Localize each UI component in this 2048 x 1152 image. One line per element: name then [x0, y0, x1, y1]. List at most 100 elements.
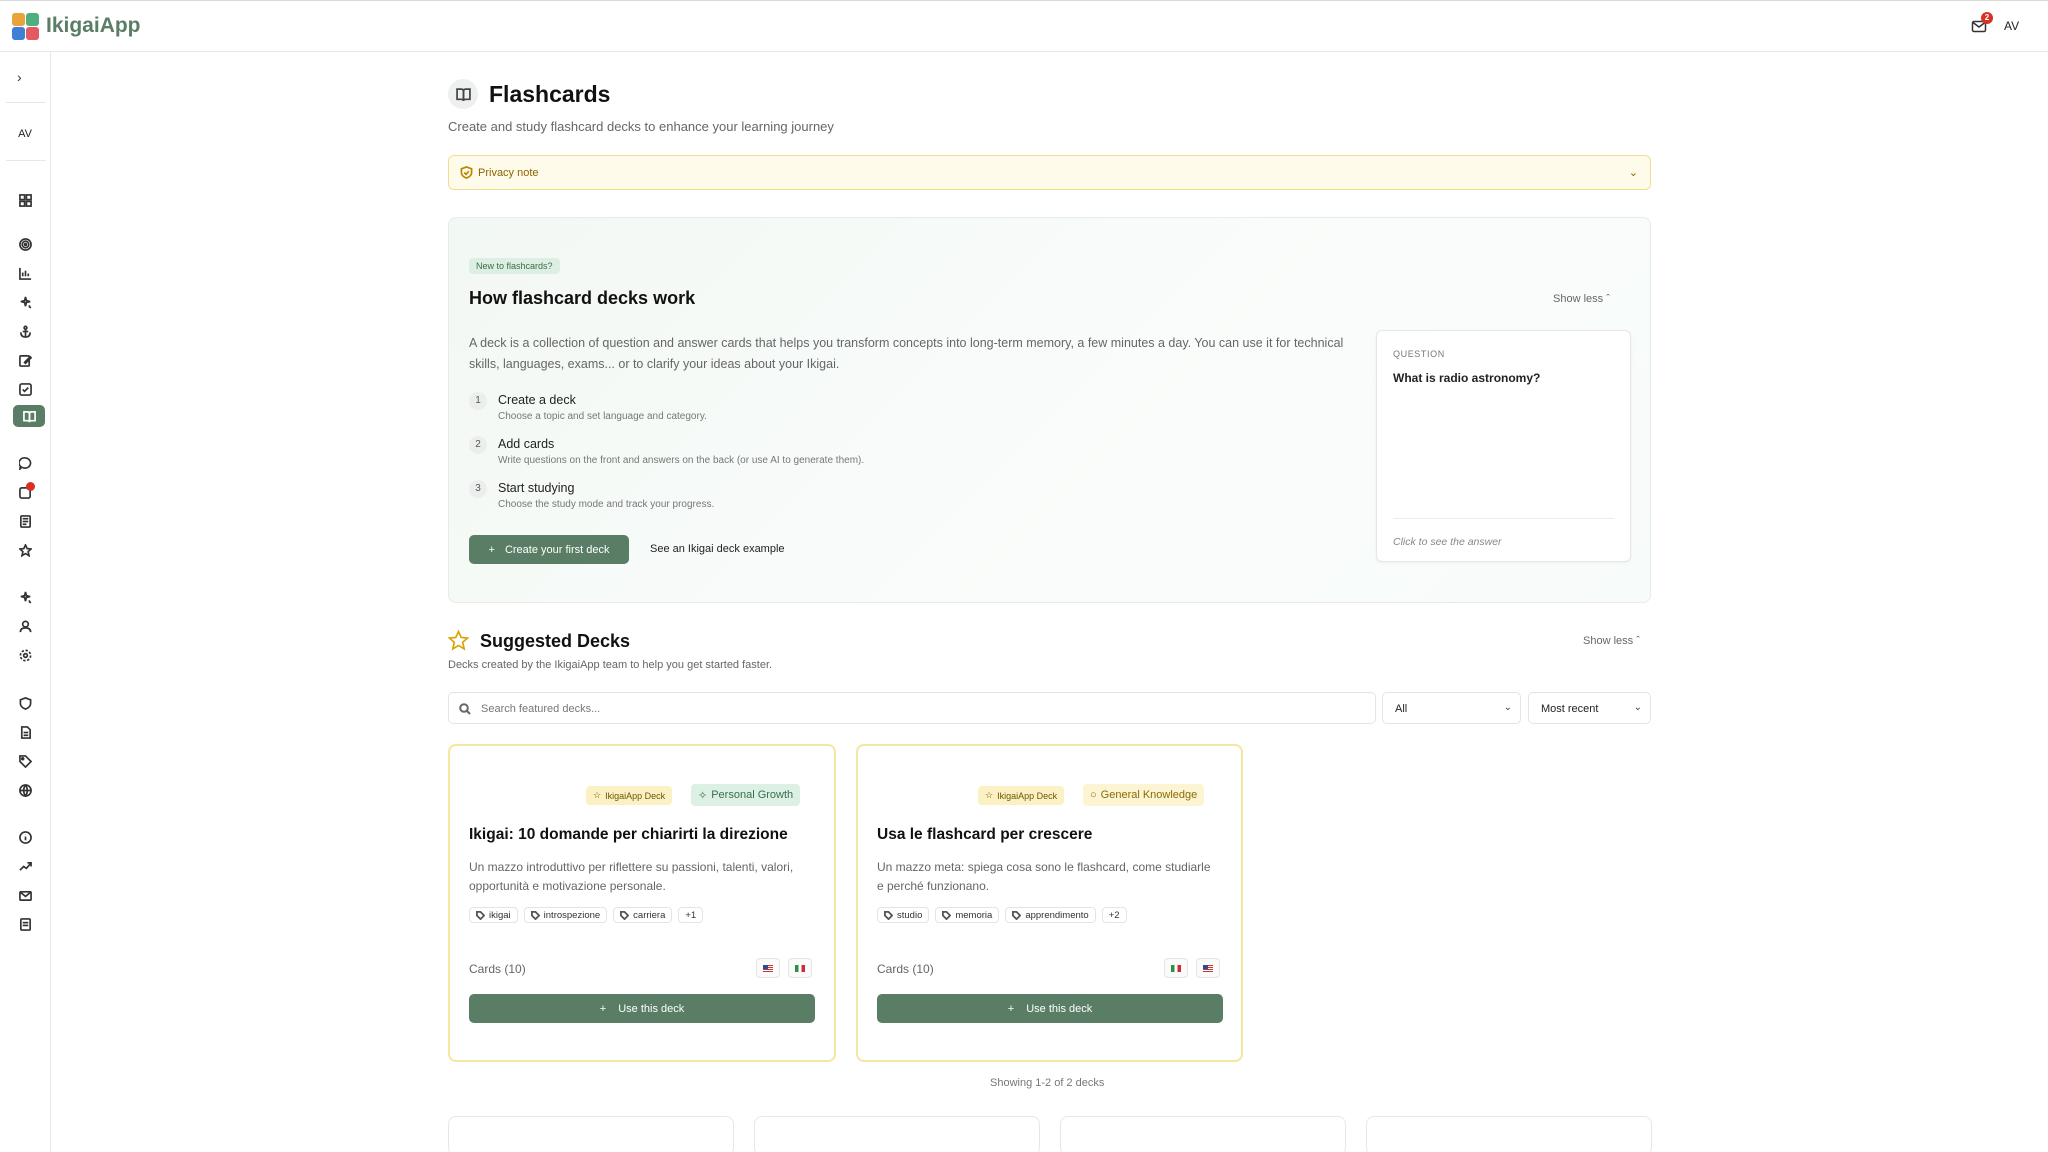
sparkles-icon: ✧: [698, 789, 708, 802]
chevron-down-icon: ⌄: [1633, 702, 1642, 713]
suggested-decks-title: Suggested Decks: [480, 631, 631, 651]
trending-icon[interactable]: [13, 855, 37, 877]
check-square-icon[interactable]: [13, 378, 37, 400]
settings-icon[interactable]: [13, 644, 37, 666]
show-less-button[interactable]: Show less ˆ: [1583, 635, 1640, 647]
deck-title: Ikigai: 10 domande per chiarirti la dire…: [469, 826, 788, 843]
badge-label: IkigaiApp Deck: [997, 790, 1058, 801]
tag-icon: [1012, 910, 1022, 920]
sparkles-icon[interactable]: [13, 291, 37, 313]
sidebar: › AV: [0, 52, 51, 1152]
page-subtitle: Create and study flashcard decks to enha…: [448, 119, 834, 134]
chevron-down-icon: ⌄: [1628, 167, 1638, 179]
star-icon[interactable]: [13, 539, 37, 561]
info-icon[interactable]: [13, 826, 37, 848]
step-description: Write questions on the front and answers…: [498, 455, 865, 466]
privacy-note-label: Privacy note: [478, 167, 539, 179]
reveal-answer-hint: Click to see the answer: [1393, 536, 1502, 548]
tag-label: studio: [897, 909, 923, 921]
tag-icon: [884, 910, 893, 920]
it-flag-icon: [1164, 958, 1188, 978]
dashboard-icon[interactable]: [13, 189, 37, 211]
sidebar-toggle-button[interactable]: ›: [17, 69, 22, 85]
new-badge: New to flashcards?: [469, 258, 560, 274]
privacy-note-toggle[interactable]: Privacy note ⌄: [448, 155, 1651, 190]
tag-label: carriera: [633, 909, 666, 921]
deck-description: Un mazzo introduttivo per riflettere su …: [469, 860, 794, 893]
show-less-label: Show less: [1553, 293, 1604, 305]
anchor-icon[interactable]: [13, 320, 37, 342]
step-title: Create a deck: [498, 393, 576, 407]
edit-icon[interactable]: [13, 349, 37, 371]
example-flashcard[interactable]: QUESTION What is radio astronomy? Click …: [1376, 330, 1631, 562]
category-label: General Knowledge: [1100, 789, 1198, 801]
use-this-deck-button[interactable]: + Use this deck: [469, 994, 815, 1023]
top-bar: IkigaiApp 2 AV: [0, 0, 2048, 52]
file-icon[interactable]: [13, 913, 37, 935]
tag-chip: carriera: [613, 907, 673, 923]
it-flag-icon: [788, 958, 812, 978]
deck-title: Usa le flashcard per crescere: [877, 826, 1093, 843]
chevron-up-icon: ˆ: [1606, 293, 1610, 305]
tag-icon[interactable]: [13, 750, 37, 772]
create-first-deck-label: Create your first deck: [504, 543, 610, 556]
deck-card-placeholder: [754, 1116, 1040, 1152]
ikigaiapp-deck-badge: ☆ IkigaiApp Deck: [978, 786, 1065, 805]
shield-icon[interactable]: [13, 692, 37, 714]
shield-icon: [460, 166, 473, 179]
user-avatar[interactable]: AV: [2004, 19, 2019, 33]
show-less-button[interactable]: Show less ˆ: [1553, 293, 1610, 305]
user-icon[interactable]: [13, 615, 37, 637]
deck-card[interactable]: ☆ IkigaiApp Deck ○ General Knowledge Usa l…: [856, 744, 1243, 1062]
example-deck-link[interactable]: See an Ikigai deck example: [650, 543, 785, 555]
globe-icon[interactable]: [13, 779, 37, 801]
news-icon[interactable]: [13, 510, 37, 532]
category-badge: ○ General Knowledge: [1083, 784, 1205, 806]
sparkles-icon[interactable]: [13, 586, 37, 608]
use-this-deck-button[interactable]: + Use this deck: [877, 994, 1223, 1023]
chart-icon[interactable]: [13, 262, 37, 284]
tag-chip: ikigai: [469, 907, 518, 923]
category-label: Personal Growth: [711, 789, 794, 801]
more-tags-chip: +1: [678, 907, 704, 923]
step-number: 2: [469, 436, 487, 454]
plus-icon: +: [488, 543, 495, 556]
sort-select[interactable]: Most recent ⌄: [1528, 692, 1651, 724]
step-number: 1: [469, 392, 487, 410]
notification-badge: [26, 482, 35, 491]
mail-icon[interactable]: [13, 884, 37, 906]
tag-label: memoria: [955, 909, 993, 921]
sort-value: Most recent: [1541, 703, 1599, 715]
target-icon[interactable]: [13, 233, 37, 255]
category-filter-value: All: [1395, 703, 1408, 715]
star-icon: ☆: [985, 790, 994, 800]
create-first-deck-button[interactable]: + Create your first deck: [469, 535, 629, 564]
use-this-deck-label: Use this deck: [618, 1002, 685, 1015]
search-input[interactable]: Search featured decks...: [448, 692, 1376, 724]
tag-chip: introspezione: [523, 907, 608, 923]
book-open-icon[interactable]: [13, 405, 45, 427]
tag-chip: memoria: [935, 907, 1000, 923]
deck-card-placeholder: [1366, 1116, 1652, 1152]
category-filter-select[interactable]: All ⌄: [1382, 692, 1521, 724]
sidebar-avatar[interactable]: AV: [11, 120, 39, 148]
how-it-works-title: How flashcard decks work: [469, 288, 696, 308]
deck-card[interactable]: ☆ IkigaiApp Deck ✧ Personal Growth Ikigai:…: [448, 744, 836, 1062]
app-logo[interactable]: [12, 13, 40, 41]
page-title: Flashcards: [489, 81, 611, 107]
search-placeholder: Search featured decks...: [481, 703, 601, 715]
us-flag-icon: [756, 958, 780, 978]
lightbulb-icon: ○: [1090, 789, 1097, 801]
pagination-status: Showing 1-2 of 2 decks: [990, 1077, 1105, 1089]
search-icon: [459, 703, 471, 715]
message-icon[interactable]: [13, 452, 37, 474]
step-description: Choose the study mode and track your pro…: [498, 499, 715, 510]
notification-icon[interactable]: [13, 481, 37, 503]
document-icon[interactable]: [13, 721, 37, 743]
chevron-up-icon: ˆ: [1636, 635, 1640, 647]
tag-label: apprendimento: [1025, 909, 1089, 921]
divider: [6, 102, 46, 103]
suggested-decks-subtitle: Decks created by the IkigaiApp team to h…: [448, 659, 773, 671]
app-name[interactable]: IkigaiApp: [46, 14, 141, 38]
how-it-works-description: A deck is a collection of question and a…: [469, 336, 1344, 371]
